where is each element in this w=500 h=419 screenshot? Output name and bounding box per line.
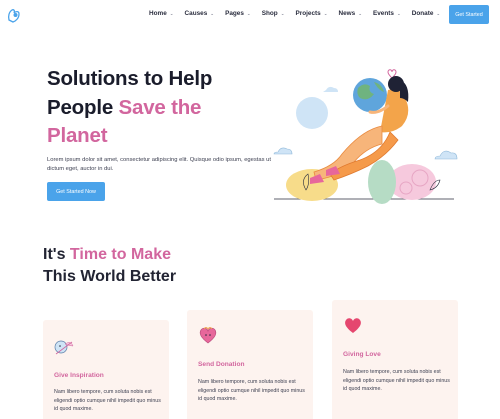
cupid-icon [54, 340, 74, 355]
feature-card-inspiration: Give Inspiration Nam libero tempore, cum… [43, 320, 169, 419]
feature-card-donation: Send Donation Nam libero tempore, cum so… [187, 310, 313, 419]
card-text: Nam libero tempore, cum soluta nobis est… [54, 389, 161, 413]
top-navigation: Home ⌄ Causes ⌄ Pages ⌄ Shop ⌄ Projects ⌄ New… [0, 0, 500, 32]
card-text: Nam libero tempore, cum soluta nobis est… [343, 369, 450, 393]
main-menu: Home ⌄ Causes ⌄ Pages ⌄ Shop ⌄ Projects ⌄ New… [149, 10, 451, 17]
menu-item-shop[interactable]: Shop ⌄ [262, 10, 285, 17]
woman-holding-globe-illustration [273, 69, 458, 204]
menu-item-projects[interactable]: Projects ⌄ [295, 10, 327, 17]
card-title: Give Inspiration [54, 372, 104, 379]
chevron-down-icon: ⌄ [169, 10, 174, 16]
chevron-down-icon: ⌄ [323, 10, 328, 16]
chevron-down-icon: ⌄ [246, 10, 251, 16]
card-title: Send Donation [198, 361, 245, 368]
hero-description: Lorem ipsum dolor sit amet, consectetur … [47, 157, 271, 173]
get-started-button[interactable]: Get Started [449, 5, 489, 24]
menu-item-news[interactable]: News ⌄ [338, 10, 361, 17]
card-text: Nam libero tempore, cum soluta nobis est… [198, 379, 305, 403]
chevron-down-icon: ⌄ [358, 10, 362, 16]
get-started-now-button[interactable]: Get Started Now [47, 182, 105, 201]
menu-item-causes[interactable]: Causes ⌄ [185, 10, 215, 17]
chevron-down-icon: ⌄ [280, 10, 285, 16]
chevron-down-icon: ⌄ [436, 10, 441, 16]
hero-title: Solutions to Help People Save the Planet [47, 67, 213, 147]
menu-item-pages[interactable]: Pages ⌄ [225, 10, 251, 17]
hand-logo-icon[interactable] [6, 6, 22, 24]
section-title: It's Time to Make This World Better [43, 246, 177, 285]
chevron-down-icon: ⌄ [396, 10, 401, 16]
heart-gift-icon [199, 327, 217, 344]
chevron-down-icon: ⌄ [210, 10, 215, 16]
card-title: Giving Love [343, 351, 381, 358]
menu-item-events[interactable]: Events ⌄ [373, 10, 401, 17]
menu-item-home[interactable]: Home ⌄ [149, 10, 174, 17]
heart-icon [345, 318, 361, 333]
feature-card-love: Giving Love Nam libero tempore, cum solu… [332, 300, 458, 419]
menu-item-donate[interactable]: Donate ⌄ [412, 10, 440, 17]
